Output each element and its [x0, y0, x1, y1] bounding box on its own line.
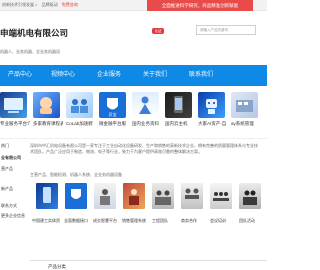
shell-logo-icon: [71, 189, 81, 199]
nav-item-services[interactable]: 企业服务: [86, 65, 132, 86]
header-subline: 机器人、业务机器、全业务机器设: [0, 49, 60, 54]
device-icon: [4, 98, 23, 113]
banner-caption-4[interactable]: 微金融平台服: [99, 121, 129, 127]
banner-caption-6[interactable]: 国内云主机: [165, 121, 195, 127]
banner-thumb-2[interactable]: [33, 92, 60, 118]
svg-text:贝宝: 贝宝: [109, 111, 117, 117]
main-content: 深圳市中汇机电设备有限公司是一家专注于工业自动化设备研发、生产和销售的高新技术企…: [30, 143, 267, 270]
product-thumb-6[interactable]: [181, 183, 203, 209]
nav-item-products[interactable]: 产品中心: [0, 65, 40, 86]
main-nav: 产品中心 视频中心 企业服务 关于我们 联系我们: [0, 65, 267, 86]
product-thumb-1[interactable]: [36, 183, 58, 209]
top-bar: 创新技术引领发展 > 品牌驱动 免费咨询 全面推进科学研究，商品精准创新赋能: [0, 0, 267, 11]
banner-thumb-4[interactable]: 贝宝: [99, 92, 126, 118]
banner-thumb-6[interactable]: [165, 92, 192, 118]
banner-caption-7[interactable]: 大家AI资产·自: [198, 121, 228, 127]
product-caption-1[interactable]: 中国建工实体资: [32, 218, 60, 224]
product-caption-6[interactable]: 商务合作: [181, 218, 197, 224]
phone-icon: [43, 187, 51, 203]
verified-badge: 认证: [152, 28, 164, 34]
top-link-1[interactable]: 创新技术引领发展 >: [2, 2, 37, 7]
banner-caption-5[interactable]: 国内业务资料: [132, 121, 162, 127]
product-caption-2[interactable]: 全面数据接口: [64, 218, 88, 224]
banner-thumb-7[interactable]: [198, 92, 225, 118]
product-thumb-3[interactable]: [94, 183, 116, 209]
nav-item-videos[interactable]: 视频中心: [40, 65, 86, 86]
handshake-icon: [185, 188, 199, 199]
product-caption-8[interactable]: 团队活动: [239, 218, 255, 224]
product-caption-5[interactable]: 工程团队: [152, 218, 168, 224]
sidebar-item-main-products[interactable]: 营产品: [1, 166, 13, 172]
phone-icon: [174, 96, 183, 113]
figure-icon: [100, 189, 110, 205]
product-caption-7[interactable]: 会议培训: [210, 218, 226, 224]
banner-thumb-5[interactable]: [132, 92, 159, 118]
banner-caption-8[interactable]: ay系统管理: [231, 121, 261, 127]
figure-icon: [139, 96, 151, 114]
sidebar-item-contact[interactable]: 联系方式: [1, 203, 17, 209]
banner-thumb-1[interactable]: [0, 92, 27, 118]
product-caption-3[interactable]: 成交智慧平台: [93, 218, 117, 224]
site-title[interactable]: 申端机电有限公司: [0, 27, 68, 39]
product-category-bar: 产品分类: [30, 260, 267, 270]
product-thumb-8[interactable]: [239, 183, 261, 209]
site-header: 申端机电有限公司 认证 请输入产品关键词 机器人、业务机器、全业务机器设: [0, 11, 267, 61]
banner-caption-2[interactable]: 多家教育课程表: [33, 121, 63, 127]
product-caption-4[interactable]: 销售管理系统: [122, 218, 146, 224]
nav-item-contact[interactable]: 联系我们: [178, 65, 224, 86]
person-icon: [129, 189, 139, 205]
product-thumb-7[interactable]: [210, 183, 232, 209]
nav-item-about[interactable]: 关于我们: [132, 65, 178, 86]
banner-thumb-3[interactable]: [66, 92, 93, 118]
shell-logo-icon: 贝宝: [107, 98, 118, 117]
product-thumb-5[interactable]: [152, 183, 174, 209]
sidebar-item-hot[interactable]: 热门: [1, 143, 9, 149]
top-link-2[interactable]: 品牌驱动: [42, 2, 58, 7]
top-links: 创新技术引领发展 > 品牌驱动 免费咨询: [2, 2, 81, 8]
search-input[interactable]: 请输入产品关键词: [196, 25, 256, 35]
banner-caption-3[interactable]: CoLab加速孵: [66, 121, 96, 127]
hand-icon: [40, 97, 52, 114]
team-icon: [243, 190, 257, 205]
product-thumb-2[interactable]: [65, 183, 87, 209]
group-icon: [155, 190, 171, 205]
section-title[interactable]: 产品分类: [48, 264, 66, 270]
people-icon: [71, 99, 88, 113]
sidebar-item-company[interactable]: 业有限公司: [1, 155, 21, 161]
divider: [0, 138, 267, 139]
sidebar-item-new-products[interactable]: 新产品: [1, 186, 13, 192]
banner-thumb-8[interactable]: [231, 92, 258, 118]
robot-icon: [206, 99, 217, 114]
banner-caption-1[interactable]: 专业服务平台介: [0, 121, 30, 127]
banner-carousel: 专业服务平台介 多家教育课程表 CoLab加速孵 贝宝 微金融平台服 国内业务资…: [0, 86, 267, 134]
top-link-3[interactable]: 免费咨询: [62, 2, 78, 7]
meeting-icon: [213, 192, 229, 201]
main-products-line: 主营产品、智能检测、机器人系统、全业务机器设备: [30, 172, 122, 177]
company-intro: 深圳市中汇机电设备有限公司是一家专注于工业自动化设备研发、生产和销售的高新技术企…: [30, 143, 258, 154]
sidebar-item-more[interactable]: 更多企业信息: [1, 213, 25, 219]
product-thumb-4[interactable]: [123, 183, 145, 209]
sidebar: 热门 业有限公司 营产品 新产品 联系方式 更多企业信息: [0, 143, 26, 270]
office-icon: [236, 100, 253, 112]
notice-banner[interactable]: 全面推进科学研究，商品精准创新赋能: [147, 0, 253, 11]
